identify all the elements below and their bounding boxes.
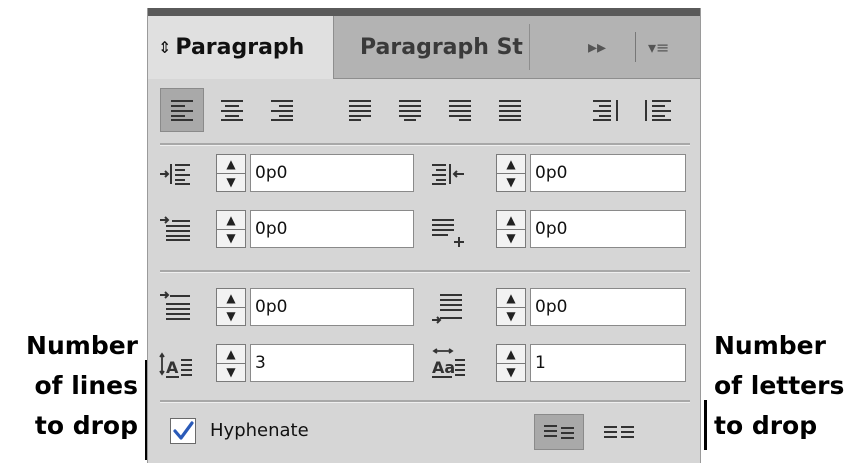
left-indent-icon [160, 164, 190, 185]
left-indent-input[interactable]: 0p0 [250, 154, 414, 192]
indent-row-2: ▲ ▼ 0p0 ▲ ▼ 0p0 [148, 204, 700, 254]
annotation-drop-lines: Number of lines to drop [10, 326, 138, 446]
align-towards-spine-icon [593, 100, 618, 121]
justify-last-center-button[interactable] [388, 88, 432, 132]
tab-label: Paragraph St [360, 34, 523, 60]
updown-icon: ⇕ [158, 38, 172, 57]
stepper-up-icon[interactable]: ▲ [497, 155, 525, 174]
justify-all-button[interactable] [488, 88, 532, 132]
checkmark-icon [173, 421, 194, 440]
justify-right-icon [449, 100, 471, 121]
indent-row-1: ▲ ▼ 0p0 ▲ ▼ 0p0 [148, 148, 700, 198]
align-left-button[interactable] [160, 88, 204, 132]
section-divider [160, 270, 690, 273]
expand-panel-icon[interactable]: ▸▸ [588, 24, 606, 70]
align-towards-spine-button[interactable] [584, 88, 628, 132]
panel-title-strip[interactable] [148, 8, 700, 16]
panel-menu-icon[interactable]: ▾≡ [648, 24, 669, 70]
drop-cap-characters-stepper[interactable]: ▲ ▼ [496, 344, 526, 382]
hyphenate-row: Hyphenate [148, 408, 700, 458]
section-divider [160, 143, 690, 146]
align-to-baseline-grid-button[interactable] [594, 414, 644, 450]
stepper-up-icon[interactable]: ▲ [217, 211, 245, 230]
annotation-line: Number [714, 331, 826, 360]
stepper-down-icon[interactable]: ▼ [217, 308, 245, 326]
tab-separator [635, 32, 636, 62]
hyphenate-label[interactable]: Hyphenate [210, 420, 309, 441]
last-line-indent-icon [432, 219, 464, 247]
panel-tab-bar: ⇕ Paragraph Paragraph St ▸▸ ▾≡ [148, 16, 700, 79]
right-indent-input[interactable]: 0p0 [530, 154, 686, 192]
stepper-up-icon[interactable]: ▲ [217, 345, 245, 364]
space-before-icon [160, 291, 190, 320]
baseline-grid-off-icon [544, 425, 574, 439]
drop-cap-lines-stepper[interactable]: ▲ ▼ [216, 344, 246, 382]
drop-cap-characters-input[interactable]: 1 [530, 344, 686, 382]
stepper-up-icon[interactable]: ▲ [497, 345, 525, 364]
drop-cap-characters-icon: Aa [432, 348, 465, 378]
align-away-from-spine-button[interactable] [636, 88, 680, 132]
baseline-grid-on-icon [604, 426, 634, 438]
last-line-indent-stepper[interactable]: ▲ ▼ [496, 210, 526, 248]
right-indent-icon [432, 164, 464, 185]
first-line-indent-icon [160, 216, 190, 241]
tab-paragraph-styles[interactable]: Paragraph St [342, 16, 528, 78]
stepper-up-icon[interactable]: ▲ [217, 289, 245, 308]
stepper-down-icon[interactable]: ▼ [497, 308, 525, 326]
drop-cap-row: A ▲ ▼ 3 Aa ▲ ▼ 1 [148, 338, 700, 388]
align-right-icon [271, 100, 293, 121]
hyphenate-checkbox[interactable] [170, 418, 196, 444]
drop-cap-lines-icon: A [159, 352, 192, 378]
last-line-indent-input[interactable]: 0p0 [530, 210, 686, 248]
space-before-input[interactable]: 0p0 [250, 288, 414, 326]
annotation-line: of letters [714, 371, 845, 400]
justify-center-icon [399, 100, 421, 121]
align-away-from-spine-icon [645, 100, 671, 121]
stepper-up-icon[interactable]: ▲ [497, 211, 525, 230]
left-indent-stepper[interactable]: ▲ ▼ [216, 154, 246, 192]
justify-all-icon [499, 100, 521, 121]
svg-text:Aa: Aa [432, 358, 455, 377]
align-center-icon [221, 100, 243, 121]
spacing-row: ▲ ▼ 0p0 ▲ ▼ 0p0 [148, 282, 700, 332]
first-line-indent-stepper[interactable]: ▲ ▼ [216, 210, 246, 248]
align-left-icon [171, 100, 193, 121]
annotation-drop-letters: Number of letters to drop [714, 326, 844, 446]
tab-label: Paragraph [175, 35, 305, 60]
stepper-up-icon[interactable]: ▲ [217, 155, 245, 174]
do-not-align-to-baseline-grid-button[interactable] [534, 414, 584, 450]
justify-last-left-button[interactable] [338, 88, 382, 132]
annotation-line: to drop [714, 411, 818, 440]
justify-last-right-button[interactable] [438, 88, 482, 132]
svg-text:A: A [166, 358, 179, 377]
first-line-indent-input[interactable]: 0p0 [250, 210, 414, 248]
tab-separator [529, 24, 530, 70]
annotation-line: to drop [34, 411, 138, 440]
stepper-down-icon[interactable]: ▼ [497, 230, 525, 248]
drop-cap-lines-input[interactable]: 3 [250, 344, 414, 382]
stepper-down-icon[interactable]: ▼ [497, 174, 525, 192]
space-after-icon [432, 294, 462, 324]
annotation-pointer-right [704, 400, 707, 450]
annotation-line: Number [26, 331, 138, 360]
space-after-stepper[interactable]: ▲ ▼ [496, 288, 526, 326]
stepper-down-icon[interactable]: ▼ [497, 364, 525, 382]
stepper-down-icon[interactable]: ▼ [217, 364, 245, 382]
space-after-input[interactable]: 0p0 [530, 288, 686, 326]
space-before-stepper[interactable]: ▲ ▼ [216, 288, 246, 326]
stepper-up-icon[interactable]: ▲ [497, 289, 525, 308]
annotation-line: of lines [34, 371, 138, 400]
paragraph-panel: ⇕ Paragraph Paragraph St ▸▸ ▾≡ ▲ ▼ 0p0 ▲… [147, 8, 701, 463]
alignment-button-row [148, 88, 700, 136]
right-indent-stepper[interactable]: ▲ ▼ [496, 154, 526, 192]
stepper-down-icon[interactable]: ▼ [217, 174, 245, 192]
tab-paragraph[interactable]: ⇕ Paragraph [148, 16, 334, 79]
justify-left-icon [349, 100, 371, 121]
section-divider [160, 400, 690, 403]
align-center-button[interactable] [210, 88, 254, 132]
stepper-down-icon[interactable]: ▼ [217, 230, 245, 248]
align-right-button[interactable] [260, 88, 304, 132]
